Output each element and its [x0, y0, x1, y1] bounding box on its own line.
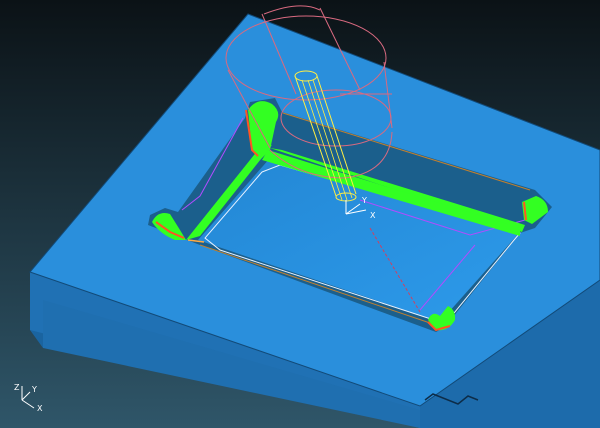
scene-canvas[interactable]: Y X Z Y X — [0, 0, 600, 428]
triad-z-label: Z — [14, 383, 20, 392]
tool-axis-y-label: Y — [361, 196, 367, 205]
triad-x-label: X — [37, 404, 43, 413]
tool-axis-x-label: X — [370, 211, 376, 220]
triad-y-label: Y — [31, 385, 37, 394]
cam-3d-viewport[interactable]: Y X Z Y X — [0, 0, 600, 428]
